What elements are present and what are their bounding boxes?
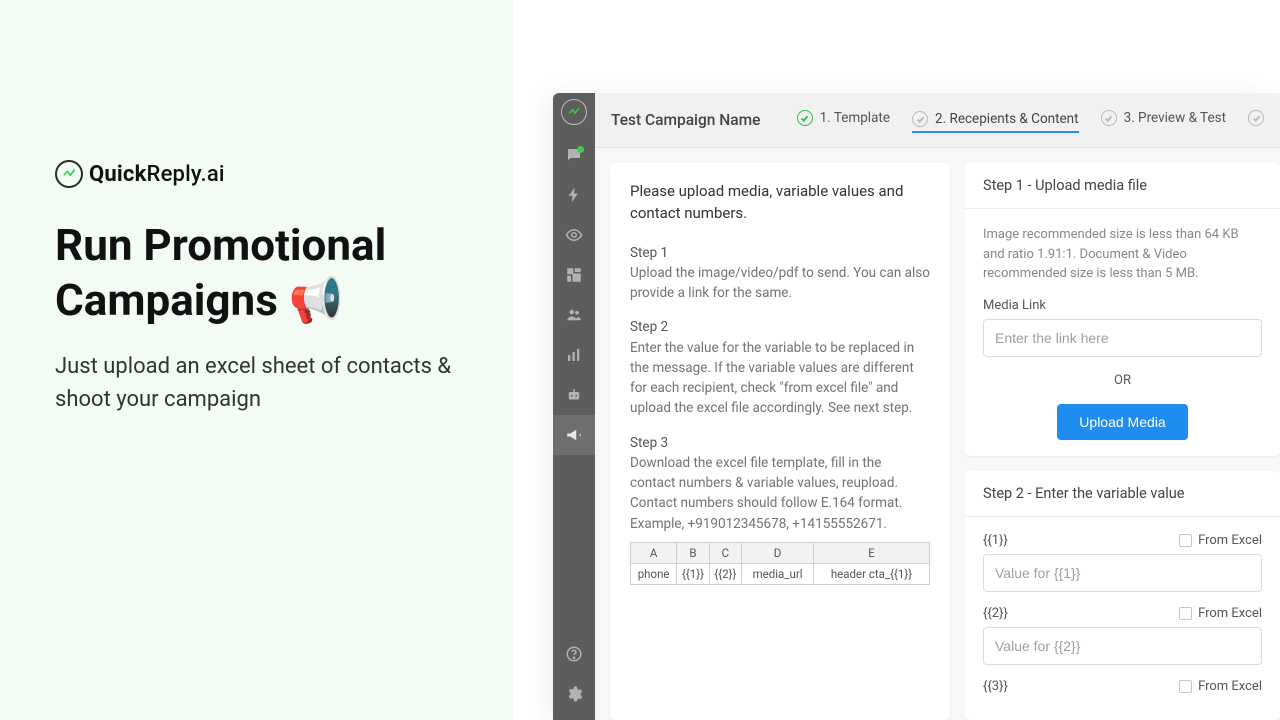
sidebar-item-dashboard[interactable] <box>553 255 595 295</box>
step2-label: Step 2 <box>630 317 930 337</box>
brand-name: QuickReply.ai <box>89 162 225 187</box>
check-icon <box>797 110 813 126</box>
sidebar-item-analytics[interactable] <box>553 335 595 375</box>
sidebar-item-settings[interactable] <box>553 674 595 714</box>
var3-label: {{3}} <box>983 679 1008 694</box>
step1-text: Upload the image/video/pdf to send. You … <box>630 263 930 304</box>
step1-label: Step 1 <box>630 243 930 263</box>
topbar: Test Campaign Name 1. Template 2. Recepi… <box>595 93 1280 148</box>
sidebar-item-view[interactable] <box>553 215 595 255</box>
sidebar-item-help[interactable] <box>553 634 595 674</box>
wizard-step-recipients[interactable]: 2. Recepients & Content <box>912 111 1079 133</box>
check-icon <box>1101 110 1117 126</box>
sidebar-item-bot[interactable] <box>553 375 595 415</box>
sidebar <box>553 93 595 720</box>
or-separator: OR <box>983 373 1262 388</box>
var1-label: {{1}} <box>983 533 1008 548</box>
var2-from-excel-checkbox[interactable]: From Excel <box>1179 606 1262 621</box>
step3-line3: Example, +919012345678, +14155552671. <box>630 514 930 534</box>
check-icon <box>1248 110 1264 126</box>
app-logo-icon <box>561 99 587 125</box>
var1-from-excel-checkbox[interactable]: From Excel <box>1179 533 1262 548</box>
wizard-steps: 1. Template 2. Recepients & Content 3. P… <box>797 110 1264 130</box>
marketing-panel: QuickReply.ai Run Promotional Campaigns … <box>0 0 513 720</box>
marketing-title: Run Promotional Campaigns 📢 <box>55 218 458 328</box>
app-window: Test Campaign Name 1. Template 2. Recepi… <box>553 93 1280 720</box>
var1-input[interactable] <box>983 554 1262 592</box>
variables-panel: Step 2 - Enter the variable value {{1}} … <box>965 471 1280 720</box>
var2-input[interactable] <box>983 627 1262 665</box>
upload-size-note: Image recommended size is less than 64 K… <box>983 225 1262 284</box>
var2-label: {{2}} <box>983 606 1008 621</box>
logo-badge-icon <box>55 160 83 188</box>
wizard-step-next[interactable] <box>1248 110 1264 130</box>
sidebar-item-users[interactable] <box>553 295 595 335</box>
sidebar-item-bolt[interactable] <box>553 175 595 215</box>
media-link-input[interactable] <box>983 319 1262 357</box>
step3-line2: Contact numbers should follow E.164 form… <box>630 493 930 513</box>
status-dot-icon <box>577 146 584 153</box>
campaign-title: Test Campaign Name <box>611 111 760 129</box>
variables-panel-header: Step 2 - Enter the variable value <box>965 471 1280 517</box>
sidebar-item-campaigns[interactable] <box>553 415 595 455</box>
excel-preview-table: A B C D E phone {{1}} {{2}} media_url <box>630 542 930 585</box>
brand-logo: QuickReply.ai <box>55 160 458 188</box>
instructions-card: Please upload media, variable values and… <box>610 163 950 720</box>
var3-from-excel-checkbox[interactable]: From Excel <box>1179 679 1262 694</box>
marketing-subtitle: Just upload an excel sheet of contacts &… <box>55 350 458 416</box>
check-icon <box>912 111 928 127</box>
instructions-intro: Please upload media, variable values and… <box>630 181 930 225</box>
sidebar-item-chat[interactable] <box>553 135 595 175</box>
step3-text: Download the excel file template, fill i… <box>630 453 930 494</box>
wizard-step-preview[interactable]: 3. Preview & Test <box>1101 110 1226 130</box>
upload-media-button[interactable]: Upload Media <box>1057 404 1187 440</box>
media-link-label: Media Link <box>983 298 1262 313</box>
upload-panel-header: Step 1 - Upload media file <box>965 163 1280 209</box>
step2-text: Enter the value for the variable to be r… <box>630 338 930 419</box>
wizard-step-template[interactable]: 1. Template <box>797 110 890 130</box>
upload-media-panel: Step 1 - Upload media file Image recomme… <box>965 163 1280 456</box>
step3-label: Step 3 <box>630 433 930 453</box>
